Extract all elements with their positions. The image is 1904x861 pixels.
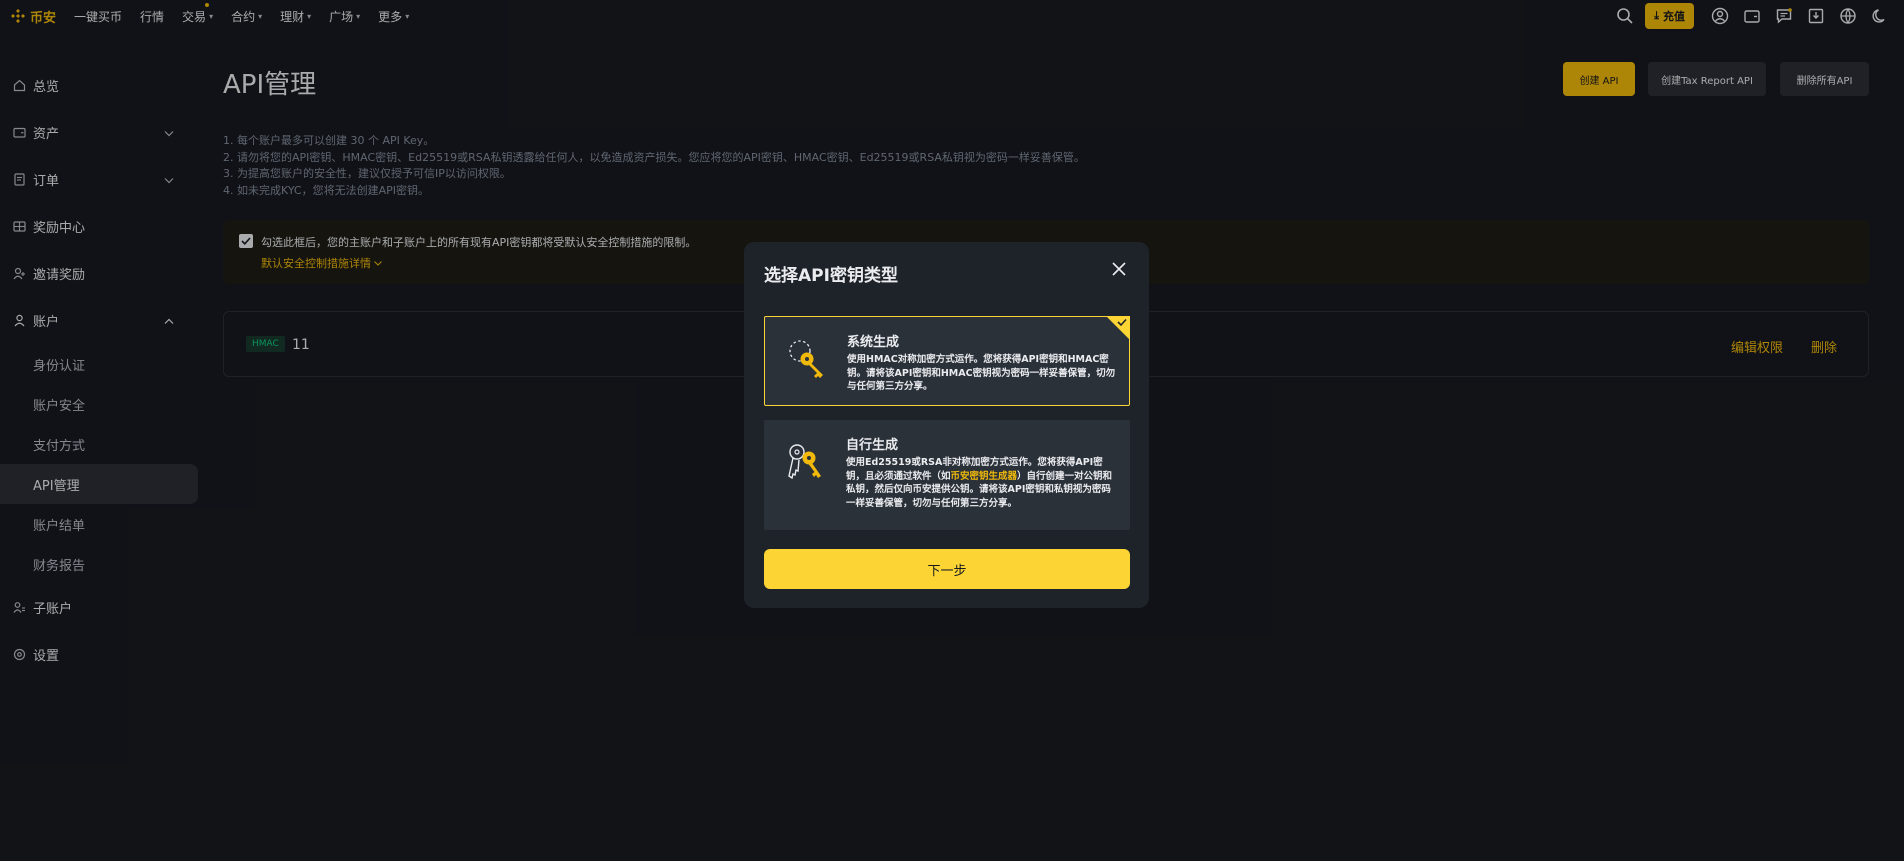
- key-icon: [789, 340, 823, 378]
- option-self-generated[interactable]: 自行生成 使用Ed25519或RSA非对称加密方式运作。您将获得API密钥，且必…: [764, 420, 1130, 530]
- option-description: 使用Ed25519或RSA非对称加密方式运作。您将获得API密钥，且必须通过软件…: [846, 456, 1118, 510]
- option-description: 使用HMAC对称加密方式运作。您将获得API密钥和HMAC密钥。请将该API密钥…: [847, 354, 1116, 392]
- option-title: 系统生成: [847, 335, 900, 350]
- api-key-type-modal: 选择API密钥类型 系统生成 使用HMAC对称加密方式运作。您将获得API密钥和…: [744, 242, 1149, 608]
- key-pair-icon: [788, 444, 821, 480]
- next-step-button[interactable]: 下一步: [764, 549, 1130, 589]
- close-icon[interactable]: [1110, 260, 1128, 278]
- option-system-generated[interactable]: 系统生成 使用HMAC对称加密方式运作。您将获得API密钥和HMAC密钥。请将该…: [764, 316, 1130, 406]
- key-generator-link[interactable]: 币安密钥生成器: [951, 471, 1018, 482]
- selected-check-icon: [1106, 316, 1130, 340]
- modal-title: 选择API密钥类型: [764, 266, 898, 286]
- option-title: 自行生成: [846, 438, 899, 453]
